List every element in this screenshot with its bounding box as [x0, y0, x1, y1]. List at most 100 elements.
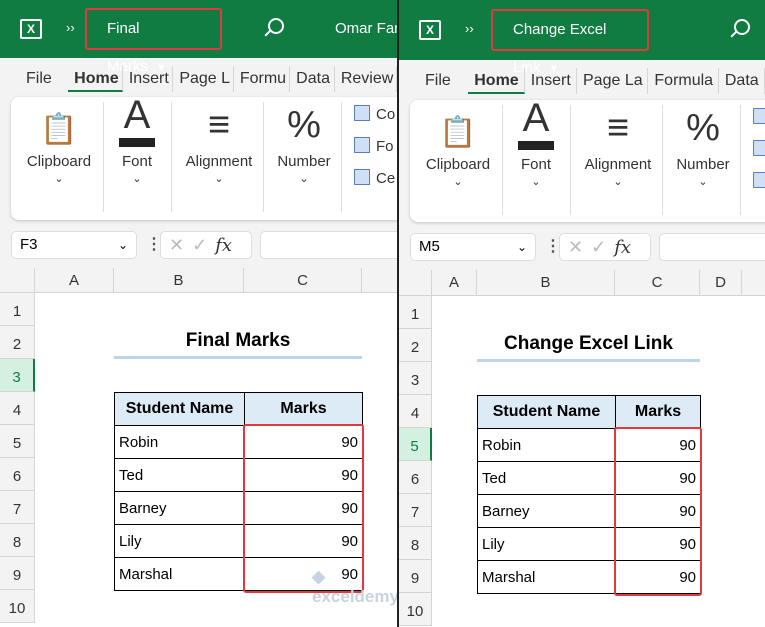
enter-icon[interactable]: ✓ [192, 235, 215, 255]
tab-formu[interactable]: Formu [234, 66, 291, 92]
row-header[interactable]: 3 [0, 359, 35, 392]
search-icon[interactable] [734, 19, 750, 35]
ribbon-style-item[interactable] [753, 140, 765, 158]
insert-function-icon[interactable]: fx [614, 237, 631, 258]
row-header[interactable]: 3 [399, 362, 432, 395]
file-name-button[interactable]: Change Excel Link ▼ [491, 9, 649, 76]
column-header[interactable]: A [432, 270, 477, 296]
ribbon-style-item[interactable]: Co [354, 105, 395, 123]
tab-page-l[interactable]: Page L [173, 66, 234, 92]
ribbon-group-font[interactable]: A Font ⌄ [107, 93, 167, 185]
tab-file[interactable]: File [20, 66, 56, 92]
ribbon-group-label: Number [676, 156, 730, 173]
name-box[interactable]: M5 ⌄ [410, 233, 536, 261]
ribbon-style-item[interactable] [753, 172, 765, 190]
search-icon[interactable] [268, 18, 284, 34]
row-header[interactable]: 1 [399, 296, 432, 329]
enter-icon[interactable]: ✓ [591, 237, 614, 257]
student-name-cell[interactable]: Marshal [114, 557, 245, 591]
tab-home[interactable]: Home [68, 66, 123, 92]
tab-data[interactable]: Data [290, 66, 335, 92]
excel-icon[interactable]: X [419, 20, 441, 40]
ribbon-group-font[interactable]: A Font ⌄ [506, 96, 566, 188]
cancel-icon[interactable]: ✕ [169, 235, 192, 255]
chevron-down-icon: ⌄ [516, 240, 527, 254]
chevron-down-icon: ⌄ [531, 176, 541, 188]
ribbon-style-item[interactable] [753, 108, 765, 126]
row-header[interactable]: 6 [0, 458, 35, 491]
formula-bar-input[interactable] [659, 233, 765, 261]
row-header[interactable]: 9 [399, 560, 432, 593]
row-header[interactable]: 6 [399, 461, 432, 494]
tab-insert[interactable]: Insert [123, 66, 174, 92]
student-name-cell[interactable]: Lily [477, 527, 616, 561]
excel-icon[interactable]: X [20, 19, 42, 39]
tab-file[interactable]: File [419, 68, 456, 94]
student-name-cell[interactable]: Lily [114, 524, 245, 558]
row-header[interactable]: 5 [0, 425, 35, 458]
student-name-cell[interactable]: Barney [114, 491, 245, 525]
student-name-cell[interactable]: Robin [114, 425, 245, 459]
row-header[interactable]: 7 [399, 494, 432, 527]
table-header: Marks [244, 392, 363, 426]
ribbon-group-number[interactable]: % Number ⌄ [269, 97, 339, 185]
column-header[interactable]: D [700, 270, 742, 296]
tab-formula[interactable]: Formula [648, 68, 719, 94]
column-header[interactable] [742, 270, 765, 296]
tab-page-la[interactable]: Page La [577, 68, 649, 94]
row-header[interactable]: 8 [0, 524, 35, 557]
table-header: Student Name [477, 395, 616, 429]
ribbon-group-clipboard[interactable]: 📋 Clipboard ⌄ [19, 97, 99, 185]
column-header[interactable]: C [615, 270, 700, 296]
ribbon-style-item[interactable]: Ce [354, 169, 395, 187]
column-header[interactable]: B [477, 270, 615, 296]
row-header[interactable]: 5 [399, 428, 432, 461]
tab-home[interactable]: Home [468, 68, 525, 94]
ribbon-group-number[interactable]: % Number ⌄ [668, 100, 738, 188]
column-header[interactable] [362, 268, 397, 293]
chevron-down-icon: ⌄ [299, 173, 309, 185]
row-header[interactable]: 2 [0, 326, 35, 359]
row-header[interactable]: 10 [399, 593, 432, 626]
column-header[interactable]: B [114, 268, 244, 293]
name-box[interactable]: F3 ⌄ [11, 231, 137, 259]
row-header[interactable]: 2 [399, 329, 432, 362]
separator [171, 102, 172, 212]
ribbon-group-clipboard[interactable]: 📋 Clipboard ⌄ [418, 100, 498, 188]
ribbon-style-item[interactable]: Fo [354, 137, 394, 155]
row-header[interactable]: 4 [399, 395, 432, 428]
student-name-cell[interactable]: Robin [477, 428, 616, 462]
tab-data[interactable]: Data [719, 68, 765, 94]
separator [570, 105, 571, 215]
insert-function-icon[interactable]: fx [215, 235, 232, 256]
student-name-cell[interactable]: Marshal [477, 560, 616, 594]
alignment-icon: ≡ [606, 107, 630, 149]
formula-bar-input[interactable] [260, 231, 397, 259]
cancel-icon[interactable]: ✕ [568, 237, 591, 257]
column-header[interactable]: A [35, 268, 114, 293]
right-excel-window: X ›› Change Excel Link ▼ File Home Insert Page … [399, 0, 765, 627]
chevron-down-icon: ⌄ [132, 173, 142, 185]
tab-review[interactable]: Review [335, 66, 397, 92]
file-name-button[interactable]: Final Marks ▼ [85, 8, 222, 75]
user-name[interactable]: Omar Faru [335, 20, 397, 37]
select-all-corner[interactable] [0, 268, 35, 293]
row-header[interactable]: 8 [399, 527, 432, 560]
row-header[interactable]: 4 [0, 392, 35, 425]
alignment-icon: ≡ [207, 104, 231, 146]
select-all-corner[interactable] [399, 270, 432, 296]
student-name-cell[interactable]: Barney [477, 494, 616, 528]
name-box-value: F3 [20, 236, 38, 253]
student-name-cell[interactable]: Ted [477, 461, 616, 495]
row-header[interactable]: 1 [0, 293, 35, 326]
student-name-cell[interactable]: Ted [114, 458, 245, 492]
column-header[interactable]: C [244, 268, 362, 293]
row-header[interactable]: 10 [0, 590, 35, 623]
ribbon-group-alignment[interactable]: ≡ Alignment ⌄ [578, 100, 658, 188]
row-header[interactable]: 9 [0, 557, 35, 590]
ribbon-group-alignment[interactable]: ≡ Alignment ⌄ [179, 97, 259, 185]
row-header[interactable]: 7 [0, 491, 35, 524]
expand-icon[interactable]: ›› [465, 21, 474, 36]
expand-icon[interactable]: ›› [66, 20, 75, 35]
tab-insert[interactable]: Insert [525, 68, 577, 94]
